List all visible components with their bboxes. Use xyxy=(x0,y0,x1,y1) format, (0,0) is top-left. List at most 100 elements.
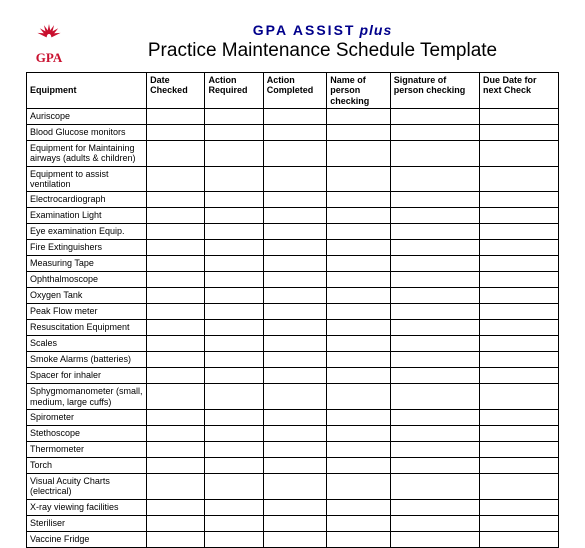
table-row: Examination Light xyxy=(27,208,559,224)
empty-cell xyxy=(205,192,263,208)
empty-cell xyxy=(390,320,479,336)
equipment-cell: Thermometer xyxy=(27,442,147,458)
empty-cell xyxy=(263,458,326,474)
empty-cell xyxy=(147,352,205,368)
empty-cell xyxy=(480,304,559,320)
empty-cell xyxy=(147,499,205,515)
equipment-cell: X-ray viewing facilities xyxy=(27,499,147,515)
empty-cell xyxy=(263,410,326,426)
table-row: Blood Glucose monitors xyxy=(27,125,559,141)
empty-cell xyxy=(480,499,559,515)
empty-cell xyxy=(390,442,479,458)
empty-cell xyxy=(480,352,559,368)
empty-cell xyxy=(263,304,326,320)
table-row: Thermometer xyxy=(27,442,559,458)
table-row: Fire Extinguishers xyxy=(27,240,559,256)
table-row: Measuring Tape xyxy=(27,256,559,272)
empty-cell xyxy=(390,426,479,442)
empty-cell xyxy=(327,240,390,256)
empty-cell xyxy=(147,166,205,192)
equipment-cell: Blood Glucose monitors xyxy=(27,125,147,141)
empty-cell xyxy=(390,256,479,272)
empty-cell xyxy=(263,192,326,208)
empty-cell xyxy=(147,272,205,288)
empty-cell xyxy=(480,442,559,458)
table-row: Smoke Alarms (batteries) xyxy=(27,352,559,368)
empty-cell xyxy=(147,192,205,208)
empty-cell xyxy=(480,125,559,141)
empty-cell xyxy=(480,458,559,474)
equipment-cell: Electrocardiograph xyxy=(27,192,147,208)
empty-cell xyxy=(147,426,205,442)
empty-cell xyxy=(390,336,479,352)
empty-cell xyxy=(390,410,479,426)
logo-text: GPA xyxy=(36,50,63,65)
equipment-cell: Equipment for Maintaining airways (adult… xyxy=(27,141,147,167)
empty-cell xyxy=(390,531,479,547)
empty-cell xyxy=(327,141,390,167)
empty-cell xyxy=(480,141,559,167)
empty-cell xyxy=(327,499,390,515)
empty-cell xyxy=(205,256,263,272)
empty-cell xyxy=(263,256,326,272)
empty-cell xyxy=(327,288,390,304)
empty-cell xyxy=(263,368,326,384)
empty-cell xyxy=(205,224,263,240)
empty-cell xyxy=(327,458,390,474)
empty-cell xyxy=(390,368,479,384)
empty-cell xyxy=(205,426,263,442)
empty-cell xyxy=(147,410,205,426)
empty-cell xyxy=(390,192,479,208)
empty-cell xyxy=(205,141,263,167)
empty-cell xyxy=(205,304,263,320)
empty-cell xyxy=(205,368,263,384)
table-row: Peak Flow meter xyxy=(27,304,559,320)
table-row: Torch xyxy=(27,458,559,474)
empty-cell xyxy=(480,240,559,256)
empty-cell xyxy=(390,499,479,515)
empty-cell xyxy=(263,288,326,304)
empty-cell xyxy=(480,426,559,442)
empty-cell xyxy=(480,192,559,208)
empty-cell xyxy=(480,320,559,336)
empty-cell xyxy=(147,208,205,224)
equipment-cell: Ophthalmoscope xyxy=(27,272,147,288)
equipment-cell: Examination Light xyxy=(27,208,147,224)
empty-cell xyxy=(147,240,205,256)
empty-cell xyxy=(263,141,326,167)
table-row: Electrocardiograph xyxy=(27,192,559,208)
empty-cell xyxy=(263,474,326,500)
table-row: Sphygmomanometer (small, medium, large c… xyxy=(27,384,559,410)
empty-cell xyxy=(263,426,326,442)
empty-cell xyxy=(390,384,479,410)
empty-cell xyxy=(390,240,479,256)
empty-cell xyxy=(480,256,559,272)
equipment-cell: Vaccine Fridge xyxy=(27,531,147,547)
equipment-cell: Eye examination Equip. xyxy=(27,224,147,240)
empty-cell xyxy=(205,125,263,141)
table-row: Equipment for Maintaining airways (adult… xyxy=(27,141,559,167)
empty-cell xyxy=(327,320,390,336)
empty-cell xyxy=(327,474,390,500)
empty-cell xyxy=(480,288,559,304)
empty-cell xyxy=(205,499,263,515)
table-row: Equipment to assist ventilation xyxy=(27,166,559,192)
table-row: Spacer for inhaler xyxy=(27,368,559,384)
empty-cell xyxy=(390,272,479,288)
empty-cell xyxy=(480,410,559,426)
empty-cell xyxy=(263,272,326,288)
empty-cell xyxy=(327,368,390,384)
empty-cell xyxy=(263,352,326,368)
empty-cell xyxy=(327,352,390,368)
header: GPA GPA ASSISTplus Practice Maintenance … xyxy=(26,18,559,66)
table-row: Eye examination Equip. xyxy=(27,224,559,240)
col-signature: Signature of person checking xyxy=(390,73,479,109)
table-row: Spirometer xyxy=(27,410,559,426)
empty-cell xyxy=(390,474,479,500)
empty-cell xyxy=(147,531,205,547)
empty-cell xyxy=(147,109,205,125)
empty-cell xyxy=(480,336,559,352)
empty-cell xyxy=(147,442,205,458)
col-action-completed: Action Completed xyxy=(263,73,326,109)
empty-cell xyxy=(480,224,559,240)
